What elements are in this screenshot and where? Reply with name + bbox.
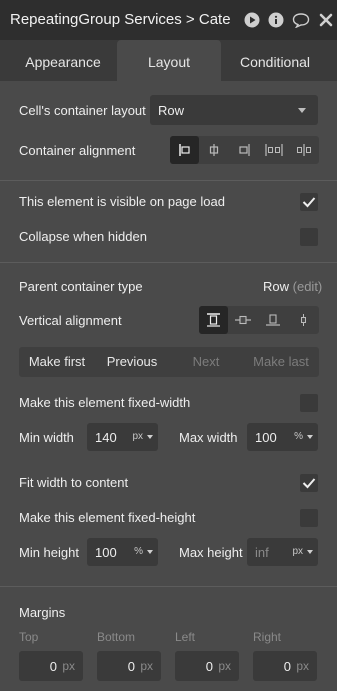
align-space-around-icon[interactable]	[289, 136, 319, 164]
make-first-button[interactable]: Make first	[19, 347, 95, 377]
margin-right-unit: px	[296, 659, 309, 673]
max-height-input[interactable]: inf px	[247, 538, 318, 566]
chevron-down-icon	[147, 550, 153, 554]
margin-left-value: 0	[205, 659, 213, 674]
title-bar: RepeatingGroup Services > Cate	[0, 0, 337, 40]
chevron-down-icon	[147, 435, 153, 439]
min-height-input[interactable]: 100 %	[87, 538, 158, 566]
info-icon[interactable]	[268, 12, 284, 28]
align-space-between-icon[interactable]	[259, 136, 289, 164]
parent-type-value-text: Row	[263, 279, 290, 294]
ordering-buttons: Make first Previous Next Make last	[19, 347, 319, 377]
min-width-value: 140	[95, 430, 117, 445]
margin-bottom-input[interactable]: 0 px	[97, 651, 161, 681]
fixed-width-checkbox[interactable]	[300, 394, 318, 412]
align-left-icon[interactable]	[170, 136, 199, 164]
fit-width-label: Fit width to content	[19, 475, 129, 490]
container-alignment-segmented	[170, 136, 319, 164]
max-width-unit-select[interactable]: %	[294, 431, 303, 442]
margin-top-unit: px	[62, 659, 75, 673]
margin-left-label: Left	[175, 630, 196, 644]
fixed-height-label: Make this element fixed-height	[19, 510, 196, 525]
fixed-width-label: Make this element fixed-width	[19, 395, 191, 410]
container-alignment-label: Container alignment	[19, 143, 136, 158]
min-width-input[interactable]: 140 px	[87, 423, 158, 451]
chevron-down-icon	[298, 108, 306, 113]
margin-right-value: 0	[283, 659, 291, 674]
tab-layout[interactable]: Layout	[117, 40, 221, 81]
max-width-input[interactable]: 100 %	[247, 423, 318, 451]
margin-top-label: Top	[19, 630, 39, 644]
align-bottom-icon[interactable]	[258, 306, 288, 334]
margin-right-input[interactable]: 0 px	[253, 651, 317, 681]
parent-container-type-value: Row (edit)	[263, 279, 322, 294]
cell-layout-label: Cell's container layout	[19, 103, 146, 118]
min-height-label: Min height	[19, 545, 79, 560]
tab-bar: Appearance Layout Conditional	[0, 40, 337, 81]
margin-top-value: 0	[49, 659, 57, 674]
margin-bottom-unit: px	[140, 659, 153, 673]
max-width-value: 100	[255, 430, 277, 445]
max-height-label: Max height	[179, 545, 243, 560]
align-right-icon[interactable]	[229, 136, 259, 164]
min-height-value: 100	[95, 545, 117, 560]
preview-icon[interactable]	[244, 12, 260, 28]
visible-on-load-checkbox[interactable]	[300, 193, 318, 211]
align-stretch-icon[interactable]	[288, 306, 319, 334]
margin-top-input[interactable]: 0 px	[19, 651, 83, 681]
margin-left-unit: px	[218, 659, 231, 673]
parent-type-edit-link[interactable]: (edit)	[293, 279, 323, 294]
collapse-when-hidden-label: Collapse when hidden	[19, 229, 147, 244]
align-middle-icon[interactable]	[228, 306, 258, 334]
tab-conditional[interactable]: Conditional	[222, 40, 328, 81]
max-height-unit-select[interactable]: px	[292, 546, 303, 557]
align-center-icon[interactable]	[199, 136, 229, 164]
previous-button[interactable]: Previous	[95, 347, 169, 377]
min-height-unit-select[interactable]: %	[134, 546, 143, 557]
cell-layout-value: Row	[158, 103, 185, 118]
margin-bottom-label: Bottom	[97, 630, 136, 644]
max-height-placeholder: inf	[255, 545, 269, 560]
margins-title: Margins	[19, 605, 66, 620]
next-button[interactable]: Next	[169, 347, 243, 377]
tab-appearance[interactable]: Appearance	[10, 40, 116, 81]
chevron-down-icon	[307, 435, 313, 439]
divider	[0, 586, 337, 587]
min-width-unit-select[interactable]: px	[132, 431, 143, 442]
margin-right-label: Right	[253, 630, 282, 644]
comment-icon[interactable]	[292, 12, 310, 29]
collapse-when-hidden-checkbox[interactable]	[300, 228, 318, 246]
parent-container-type-label: Parent container type	[19, 279, 143, 294]
divider	[0, 180, 337, 181]
margin-left-input[interactable]: 0 px	[175, 651, 239, 681]
divider	[0, 262, 337, 263]
align-top-icon[interactable]	[199, 306, 228, 334]
close-icon[interactable]	[319, 12, 333, 28]
make-last-button[interactable]: Make last	[243, 347, 319, 377]
min-width-label: Min width	[19, 430, 74, 445]
cell-layout-dropdown[interactable]: Row	[150, 95, 318, 125]
margin-bottom-value: 0	[127, 659, 135, 674]
vertical-alignment-segmented	[199, 306, 319, 334]
fit-width-checkbox[interactable]	[300, 474, 318, 492]
fixed-height-checkbox[interactable]	[300, 509, 318, 527]
visible-on-load-label: This element is visible on page load	[19, 194, 225, 209]
vertical-alignment-label: Vertical alignment	[19, 313, 122, 328]
chevron-down-icon	[307, 550, 313, 554]
max-width-label: Max width	[179, 430, 238, 445]
window-title: RepeatingGroup Services > Cate	[10, 11, 231, 28]
